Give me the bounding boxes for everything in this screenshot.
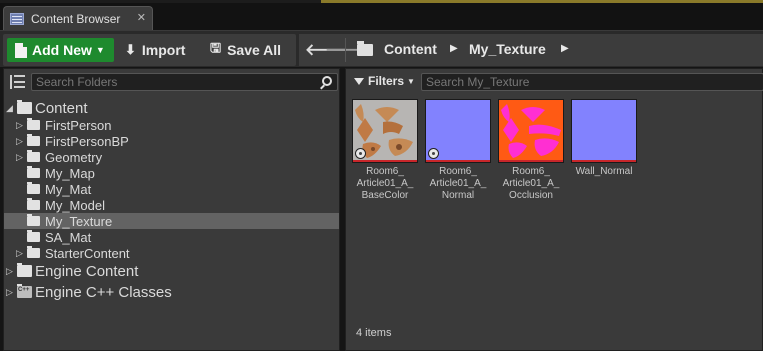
- asset-search: [421, 73, 763, 91]
- tab-content-browser[interactable]: Content Browser ✕: [3, 6, 153, 30]
- save-all-button[interactable]: 🖫 Save All: [210, 38, 281, 62]
- texture-type-bar: [426, 160, 490, 162]
- asset-panel: Filters ▼ Search My_Texture Room6_ Artic…: [345, 68, 763, 351]
- folder-search-row: [4, 69, 339, 95]
- occlusion-texture-image: [501, 104, 561, 158]
- save-all-label: Save All: [227, 42, 282, 58]
- content-browser-icon: [10, 12, 24, 25]
- tree-item-geometry[interactable]: ▷ Geometry: [4, 149, 339, 165]
- folder-icon: [27, 198, 40, 210]
- tree-item-label: Content: [35, 99, 88, 117]
- chevron-down-icon: ▼: [95, 45, 105, 55]
- new-asset-icon: [15, 42, 27, 58]
- collapsed-arrow-icon[interactable]: ▷: [16, 248, 23, 259]
- tree-item-my-texture[interactable]: My_Texture: [4, 213, 339, 229]
- collapsed-arrow-icon[interactable]: ▷: [6, 266, 13, 277]
- tree-item-label: My_Mat: [45, 181, 92, 197]
- tree-item-label: StarterContent: [45, 245, 130, 261]
- tree-item-content[interactable]: ◢ Content: [4, 99, 339, 117]
- divider: [345, 38, 346, 62]
- texture-type-bar: [353, 160, 417, 162]
- save-icon: 🖫: [210, 40, 222, 55]
- filter-icon: [354, 77, 364, 85]
- chevron-right-icon[interactable]: ▶: [450, 43, 458, 54]
- texture-thumbnail: [425, 99, 491, 163]
- folder-icon: [27, 166, 40, 178]
- asset-search-input[interactable]: [422, 74, 752, 90]
- collapsed-arrow-icon[interactable]: ▷: [16, 152, 23, 163]
- import-label: Import: [141, 42, 186, 58]
- texture-thumbnail: [571, 99, 637, 163]
- asset-name: Room6_ Article01_A_ Occlusion: [502, 166, 560, 201]
- asset-name: Room6_ Article01_A_ BaseColor: [356, 166, 414, 201]
- tree-item-sa-mat[interactable]: SA_Mat: [4, 229, 339, 245]
- folder-search: [31, 73, 338, 91]
- tree-item-label: Engine Content: [35, 262, 139, 280]
- close-icon[interactable]: ✕: [137, 11, 146, 24]
- texture-thumbnail: [352, 99, 418, 163]
- expanded-arrow-icon[interactable]: ◢: [6, 103, 13, 114]
- cpp-folder-icon: [17, 284, 32, 298]
- asset-name: Room6_ Article01_A_ Normal: [429, 166, 487, 201]
- search-icon[interactable]: [322, 76, 332, 86]
- import-icon: ⬇: [125, 42, 136, 57]
- sources-toggle-icon[interactable]: [10, 75, 26, 89]
- modified-badge-icon: [355, 148, 366, 159]
- tree-item-my-map[interactable]: My_Map: [4, 165, 339, 181]
- tab-bar-edge: [0, 0, 321, 3]
- collapsed-arrow-icon[interactable]: ▷: [16, 136, 23, 147]
- folder-icon: [27, 182, 40, 194]
- collapsed-arrow-icon[interactable]: ▷: [16, 120, 23, 131]
- tree-item-label: My_Map: [45, 165, 95, 181]
- chevron-down-icon: ▼: [407, 76, 415, 86]
- tree-item-label: My_Texture: [45, 213, 113, 229]
- tree-item-startercontent[interactable]: ▷ StarterContent: [4, 245, 339, 261]
- breadcrumb-content[interactable]: Content: [384, 41, 437, 57]
- folder-icon: [27, 230, 40, 242]
- tab-label: Content Browser: [31, 11, 121, 26]
- texture-type-bar: [572, 160, 636, 162]
- toolbar: Add New ▼ ⬇ Import 🖫 Save All 🡐 🡒 Conten…: [0, 30, 763, 67]
- folder-icon: [17, 263, 32, 277]
- tree-item-engine-cpp-classes[interactable]: ▷ Engine C++ Classes: [4, 283, 339, 301]
- tree-item-label: Engine C++ Classes: [35, 283, 172, 301]
- path-bar: 🡐 🡒 Content ▶ My_Texture ▶: [299, 34, 763, 66]
- tree-item-label: FirstPersonBP: [45, 133, 129, 149]
- tab-bar: Content Browser ✕: [0, 0, 763, 30]
- folder-open-icon: [17, 100, 32, 114]
- texture-type-bar: [499, 160, 563, 162]
- collapsed-arrow-icon[interactable]: ▷: [6, 287, 13, 298]
- texture-thumbnail: [498, 99, 564, 163]
- tree-item-label: SA_Mat: [45, 229, 92, 245]
- tree-item-label: Geometry: [45, 149, 103, 165]
- folder-icon[interactable]: [357, 41, 373, 56]
- folder-icon: [27, 214, 40, 226]
- tab-bar-accent: [321, 0, 763, 3]
- filters-label: Filters: [368, 74, 405, 88]
- chevron-right-icon[interactable]: ▶: [561, 43, 569, 54]
- folder-icon: [27, 150, 40, 162]
- tree-item-label: FirstPerson: [45, 117, 112, 133]
- tree-item-my-model[interactable]: My_Model: [4, 197, 339, 213]
- tree-item-my-mat[interactable]: My_Mat: [4, 181, 339, 197]
- toolbar-actions: Add New ▼ ⬇ Import 🖫 Save All: [3, 34, 296, 66]
- add-new-label: Add New: [32, 42, 92, 58]
- folder-icon: [27, 134, 40, 146]
- breadcrumb-my-texture[interactable]: My_Texture: [469, 41, 546, 57]
- folder-search-input[interactable]: [32, 74, 312, 90]
- tree-item-firstperson[interactable]: ▷ FirstPerson: [4, 117, 339, 133]
- modified-badge-icon: [428, 148, 439, 159]
- import-button[interactable]: ⬇ Import: [125, 38, 185, 62]
- add-new-button[interactable]: Add New ▼: [7, 38, 114, 62]
- asset-filter-row: Filters ▼: [346, 69, 763, 95]
- folder-icon: [27, 246, 40, 258]
- folder-icon: [27, 118, 40, 130]
- tree-item-firstpersonbp[interactable]: ▷ FirstPersonBP: [4, 133, 339, 149]
- filters-button[interactable]: Filters ▼: [354, 74, 415, 88]
- tree-item-label: My_Model: [45, 197, 105, 213]
- asset-name: Wall_Normal: [575, 166, 633, 177]
- folder-panel: ◢ Content ▷ FirstPerson ▷ FirstPersonBP …: [3, 68, 340, 351]
- item-count: 4 items: [356, 327, 392, 339]
- tree-item-engine-content[interactable]: ▷ Engine Content: [4, 262, 339, 280]
